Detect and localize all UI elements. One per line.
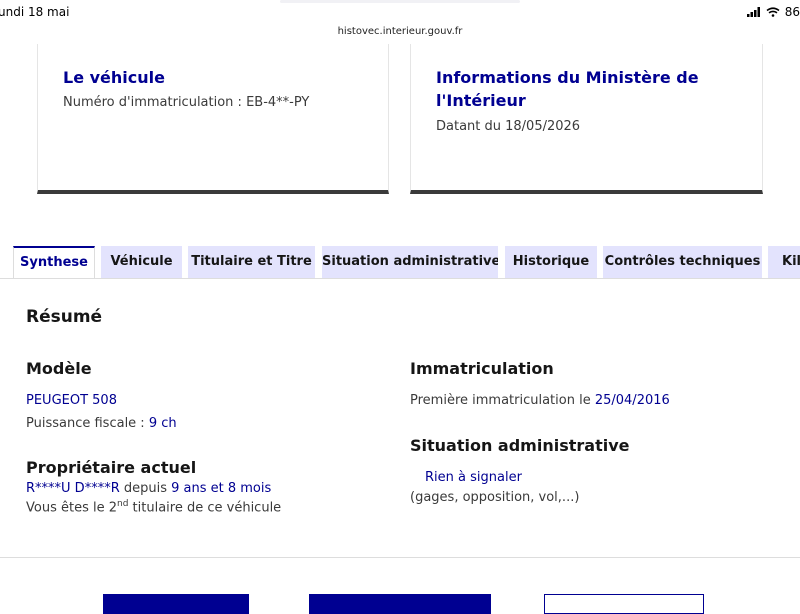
signal-icon [746,7,760,17]
tab-kilometrage[interactable]: Kilo [768,246,800,278]
owner-heading: Propriétaire actuel [26,458,197,477]
model-heading: Modèle [26,359,92,378]
tab-historique[interactable]: Historique [505,246,597,278]
tab-titulaire[interactable]: Titulaire et Titre [188,246,315,278]
first-registration-label: Première immatriculation le [410,393,595,408]
tab-synthese[interactable]: Synthese [13,246,95,278]
primary-button-2[interactable] [309,594,491,614]
model-name: PEUGEOT 508 [26,393,117,408]
ministry-card-title: Informations du Ministère de l'Intérieur [436,68,699,110]
owner-rank: Vous êtes le 2nd titulaire de ce véhicul… [26,499,281,515]
address-bar[interactable]: histovec.interieur.gouv.fr [336,22,464,42]
first-registration: Première immatriculation le 25/04/2016 [410,393,670,408]
tab-situation-administrative[interactable]: Situation administrative [322,246,498,278]
owner-duration: 9 ans et 8 mois [171,481,272,496]
first-registration-date: 25/04/2016 [594,393,670,408]
vehicle-card-title: Le véhicule [63,68,165,87]
rank-suffix: titulaire de ce véhicule [128,500,282,516]
vehicle-card: Le véhicule Numéro d'immatriculation : E… [37,44,389,194]
synthese-panel: Résumé Modèle PEUGEOT 508 Puissance fisc… [0,278,800,558]
status-icons: 86 [746,5,800,19]
owner-name: R****U D****R [26,481,120,496]
fiscal-label: Puissance fiscale : [26,416,149,431]
owner-since-label: depuis [119,481,172,496]
data-date: Datant du 18/05/2026 [436,119,581,134]
secondary-button[interactable] [544,594,704,614]
tab-vehicule[interactable]: Véhicule [101,246,182,278]
primary-button-1[interactable] [103,594,249,614]
status-bar: undi 18 mai 86 [0,0,800,24]
ministry-card: Informations du Ministère de l'Intérieur… [410,44,763,194]
registration-heading: Immatriculation [410,359,554,378]
battery-percentage: 86 [784,5,800,19]
plate-number: Numéro d'immatriculation : EB-4**-PY [63,95,310,110]
tab-controles-techniques[interactable]: Contrôles techniques [603,246,762,278]
resume-heading: Résumé [26,307,103,327]
fiscal-value: 9 ch [148,416,177,431]
tab-bar: Synthese Véhicule Titulaire et Titre Sit… [0,246,800,278]
rank-sup: nd [117,499,129,509]
rank-prefix: Vous êtes le 2 [26,500,117,516]
admin-detail: (gages, opposition, vol,...) [410,490,580,505]
owner-line: R****U D****R depuis 9 ans et 8 mois [26,481,271,496]
admin-status: Rien à signaler [425,470,522,485]
fiscal-power: Puissance fiscale : 9 ch [26,416,177,431]
wifi-icon [766,7,780,17]
admin-heading: Situation administrative [410,436,630,455]
status-time: undi 18 mai [0,5,70,19]
